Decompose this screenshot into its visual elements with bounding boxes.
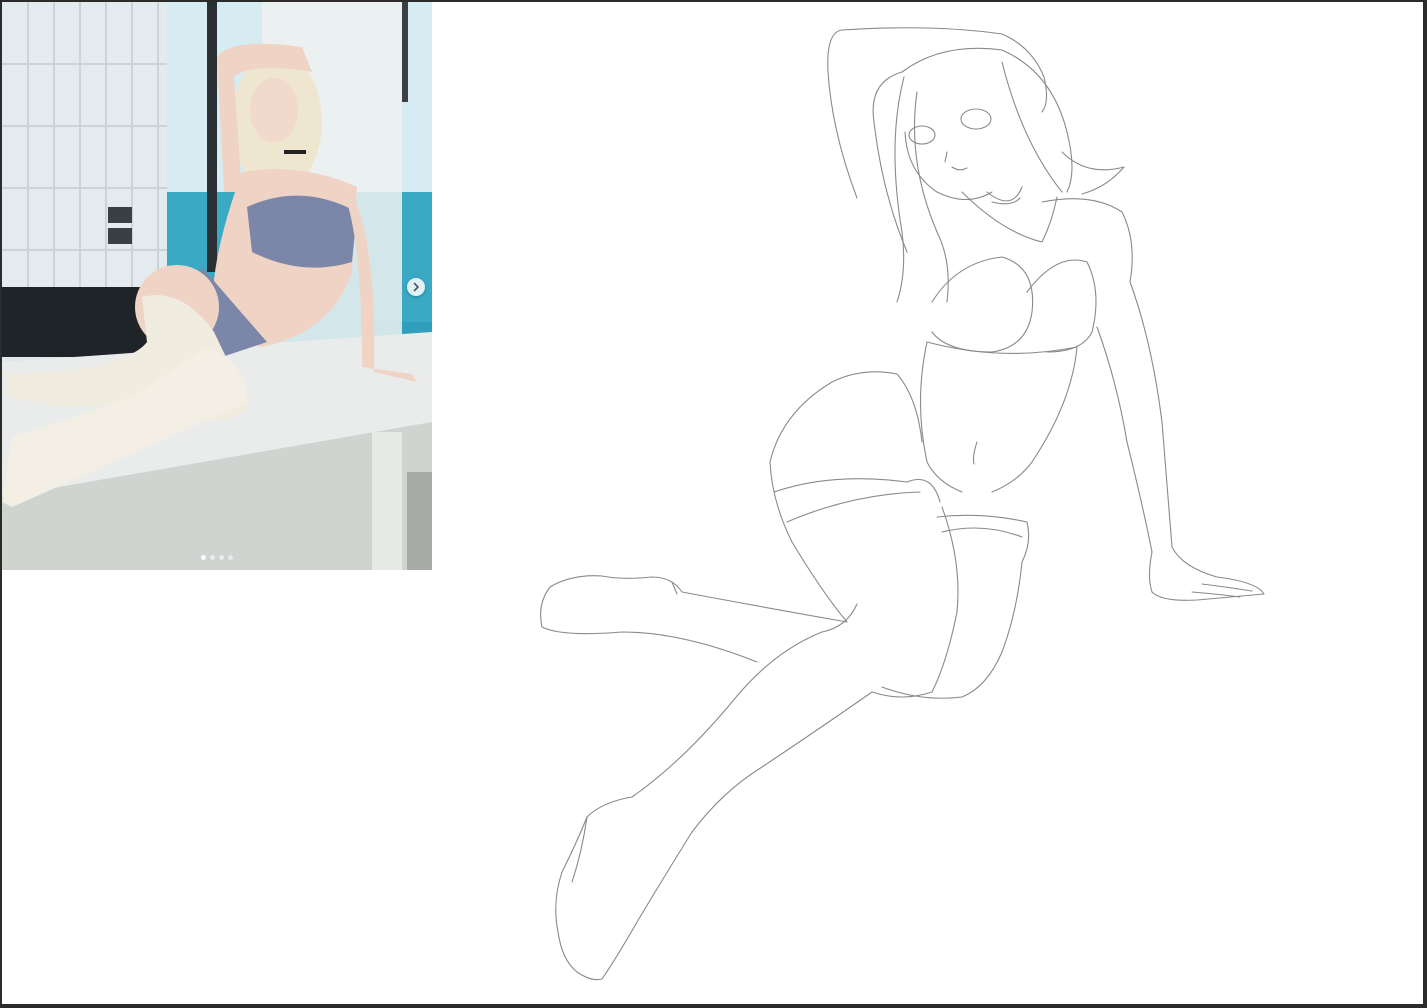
drawing-canvas[interactable] [2,2,1423,1004]
line-art-sketch [540,27,1265,981]
